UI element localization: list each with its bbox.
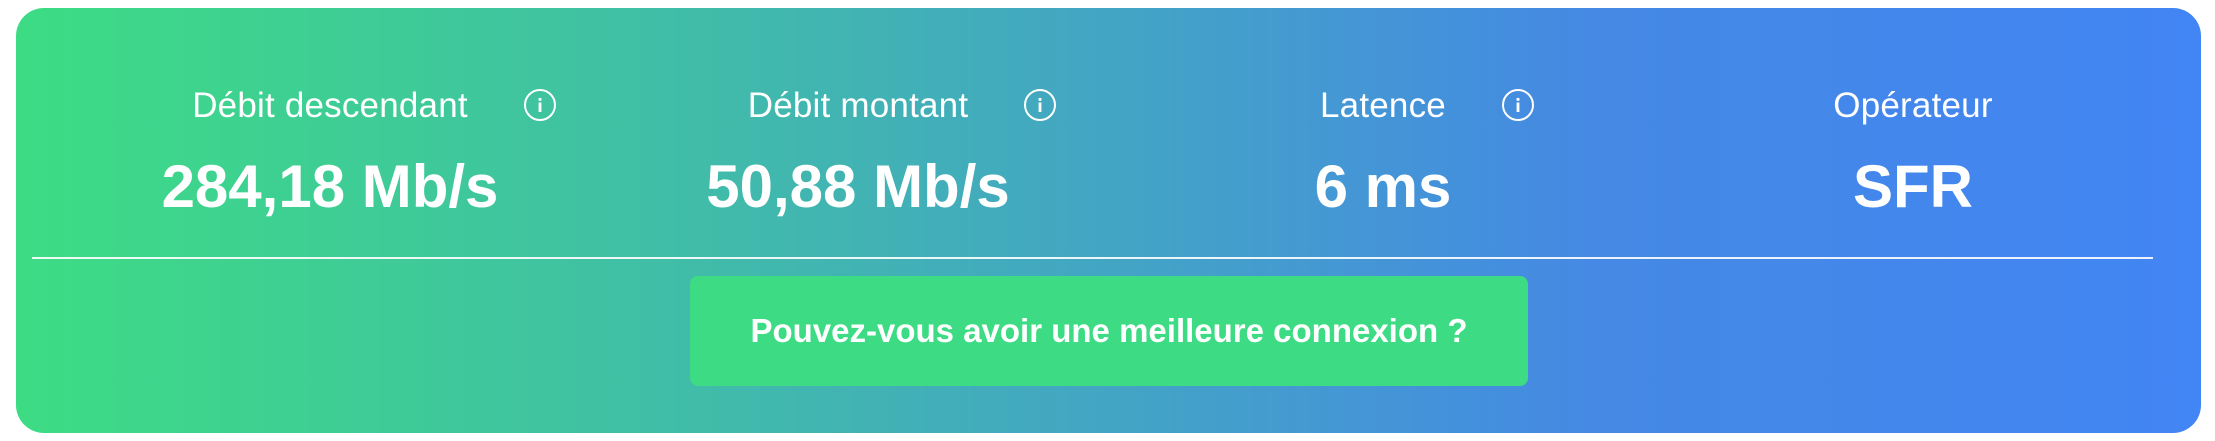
- stat-operator-value: SFR: [1853, 153, 1973, 220]
- stat-operator-label: Opérateur: [1833, 86, 1993, 125]
- stat-operator: Opérateur SFR: [1653, 86, 2173, 220]
- download-info-icon[interactable]: [524, 89, 556, 121]
- stat-latency-label: Latence: [1320, 86, 1446, 125]
- better-connection-button[interactable]: Pouvez-vous avoir une meilleure connexio…: [690, 276, 1528, 386]
- speed-test-results-card: Débit descendant 284,18 Mb/s Débit monta…: [16, 8, 2201, 433]
- stat-upload-value: 50,88 Mb/s: [706, 153, 1010, 220]
- divider: [32, 257, 2153, 259]
- stat-download: Débit descendant 284,18 Mb/s: [70, 86, 590, 220]
- upload-info-icon[interactable]: [1024, 89, 1056, 121]
- stat-latency: Latence 6 ms: [1123, 86, 1643, 220]
- stat-download-value: 284,18 Mb/s: [161, 153, 499, 220]
- stat-download-label: Débit descendant: [192, 86, 468, 125]
- stat-latency-value: 6 ms: [1314, 153, 1452, 220]
- latency-info-icon[interactable]: [1502, 89, 1534, 121]
